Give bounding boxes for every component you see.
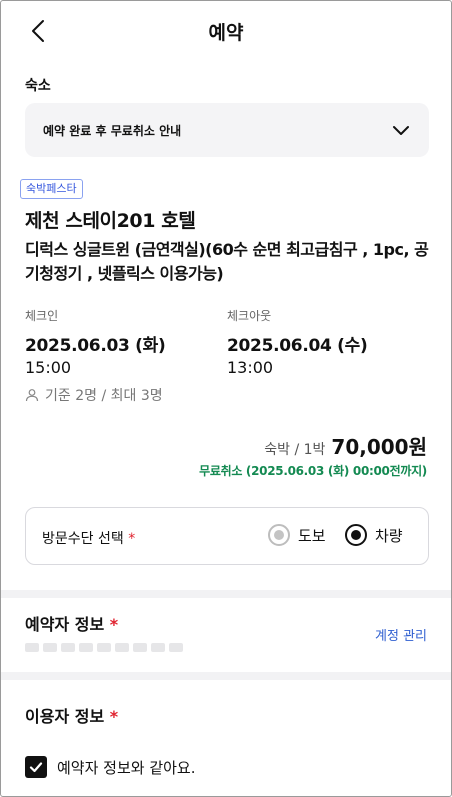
same-as-booker-label: 예약자 정보와 같아요. [57, 758, 196, 777]
checkin-time: 15:00 [25, 358, 72, 377]
account-manage-link[interactable]: 계정 관리 [375, 625, 427, 644]
radio-on-icon [345, 524, 367, 546]
capacity-text: 기준 2명 / 최대 3명 [45, 388, 163, 404]
required-mark: * [109, 615, 119, 634]
radio-walk[interactable]: 도보 [268, 524, 326, 546]
cancel-notice-text: 예약 완료 후 무료취소 안내 [43, 124, 182, 138]
cancel-notice-dropdown[interactable]: 예약 완료 후 무료취소 안내 [25, 103, 429, 157]
checkin-info: 체크인 2025.06.03 (화) 15:00 [25, 307, 166, 377]
room-name: 디럭스 싱글트윈 (금연객실)(60수 순면 최고급침구 , 1pc, 공기청정… [25, 240, 429, 283]
masked-booker-details [25, 643, 183, 652]
capacity-info: 기준 2명 / 최대 3명 [25, 385, 163, 405]
chevron-down-icon [393, 126, 409, 135]
checkout-label: 체크아웃 [227, 309, 272, 323]
radio-car-label: 차량 [375, 526, 403, 545]
checkout-info: 체크아웃 2025.06.04 (수) 13:00 [227, 307, 368, 377]
booker-info-title-text: 예약자 정보 [25, 615, 105, 634]
user-info-title-text: 이용자 정보 [25, 707, 105, 726]
booker-info-title: 예약자 정보 * [25, 611, 118, 635]
visit-method-box: 방문수단 선택 * 도보 차량 [25, 507, 429, 565]
visit-method-label: 방문수단 선택 * [42, 528, 135, 548]
checkout-time: 13:00 [227, 358, 274, 377]
promo-badge: 숙박페스타 [20, 179, 83, 199]
section-divider [1, 590, 451, 598]
radio-off-icon [268, 524, 290, 546]
free-cancel-info: 무료취소 (2025.06.03 (화) 00:00전까지) [199, 464, 427, 478]
radio-car[interactable]: 차량 [345, 524, 403, 546]
price-unit: 숙박 / 1박 [264, 442, 326, 458]
visit-method-label-text: 방문수단 선택 [42, 531, 124, 547]
checkin-label: 체크인 [25, 309, 59, 323]
same-as-booker-checkbox[interactable]: 예약자 정보와 같아요. [25, 756, 196, 778]
check-icon [29, 762, 43, 773]
lodging-section-label: 숙소 [25, 78, 51, 94]
checkin-date: 2025.06.03 (화) [25, 336, 166, 356]
required-mark: * [109, 707, 119, 726]
reservation-screen: 예약 숙소 예약 완료 후 무료취소 안내 숙박페스타 제천 스테이201 호텔… [0, 0, 452, 797]
checkout-date: 2025.06.04 (수) [227, 336, 368, 356]
page-title: 예약 [208, 22, 244, 44]
section-divider [1, 672, 451, 680]
hotel-name: 제천 스테이201 호텔 [25, 210, 196, 232]
radio-walk-label: 도보 [298, 526, 326, 545]
required-mark: * [128, 531, 136, 547]
header: 예약 [1, 1, 451, 61]
user-info-title: 이용자 정보 * [25, 703, 118, 727]
checkbox-checked-icon [25, 756, 47, 778]
price-row: 숙박 / 1박 70,000원 [264, 431, 427, 460]
person-icon [25, 389, 39, 402]
price-amount: 70,000원 [331, 435, 427, 459]
